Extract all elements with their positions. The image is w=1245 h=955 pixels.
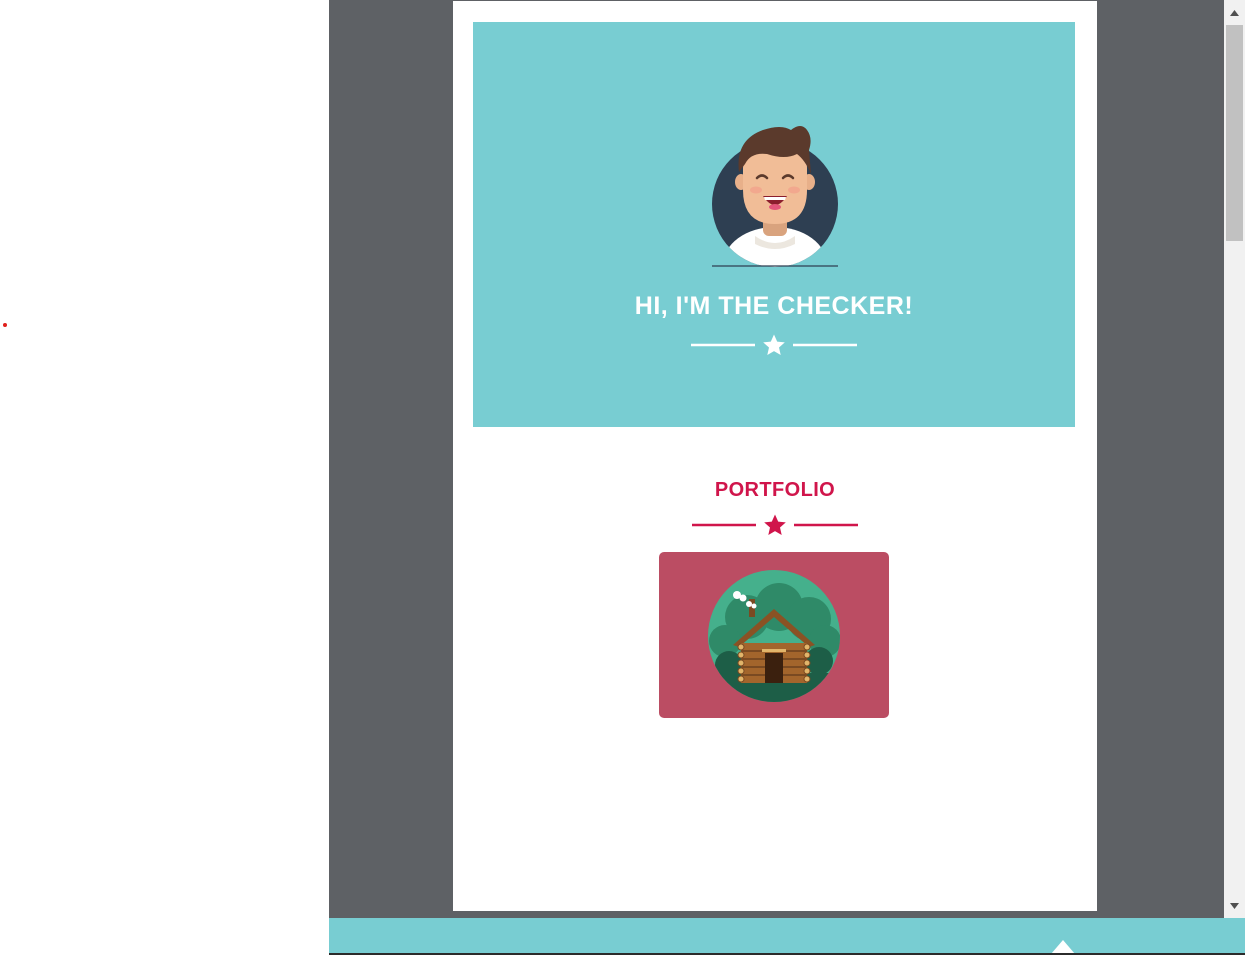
scroll-down-button[interactable]	[1224, 897, 1245, 914]
footer-bar	[329, 918, 1245, 955]
hero-section: HI, I'M THE CHECKER!	[473, 22, 1075, 427]
smiling-man-avatar-icon	[712, 126, 838, 267]
star-icon	[764, 514, 786, 535]
star-icon	[763, 334, 785, 355]
chevron-up-icon[interactable]	[1043, 936, 1083, 954]
red-dot-marker	[3, 323, 7, 327]
scrollbar-thumb[interactable]	[1226, 25, 1243, 241]
hero-star-divider	[691, 334, 857, 355]
document-viewer: HI, I'M THE CHECKER! PORTFOLIO	[329, 0, 1224, 918]
page: HI, I'M THE CHECKER! PORTFOLIO	[453, 1, 1097, 911]
triangle-up-icon	[1230, 9, 1239, 16]
screen: HI, I'M THE CHECKER! PORTFOLIO	[0, 0, 1245, 955]
scroll-up-button[interactable]	[1224, 4, 1245, 21]
triangle-down-icon	[1230, 902, 1239, 909]
vertical-scrollbar[interactable]	[1224, 0, 1245, 918]
portfolio-star-divider	[692, 514, 858, 535]
portfolio-item-cabin[interactable]	[659, 552, 889, 718]
hero-title: HI, I'M THE CHECKER!	[634, 292, 914, 320]
portfolio-heading: PORTFOLIO	[714, 479, 836, 501]
log-cabin-icon	[708, 570, 840, 702]
